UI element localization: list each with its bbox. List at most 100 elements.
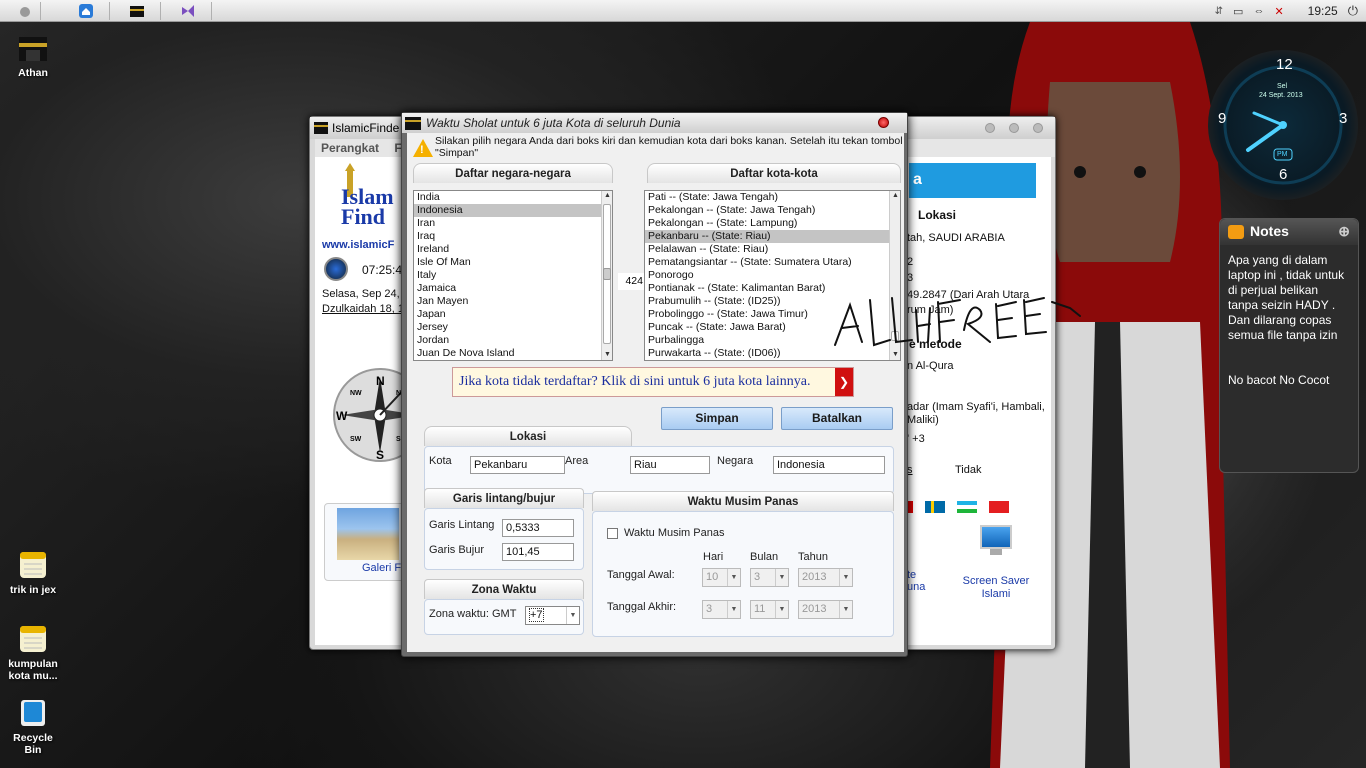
home-icon[interactable] [75, 2, 97, 20]
timezone-select[interactable]: +7 ▼ [525, 606, 580, 625]
clock-number-6: 6 [1279, 166, 1288, 183]
country-list-item[interactable]: Jordan [414, 334, 612, 347]
visual-studio-icon[interactable] [177, 2, 199, 20]
country-list-item[interactable]: Juan De Nova Island [414, 347, 612, 360]
bluetooth-icon[interactable]: ⇵ [1215, 6, 1223, 17]
desktop-icon-label: kumpulan kota mu... [8, 658, 58, 682]
country-list-item[interactable]: Jersey [414, 321, 612, 334]
country-list-item[interactable]: Ireland [414, 243, 612, 256]
save-button[interactable]: Simpan [661, 407, 773, 430]
flag-sweden-icon[interactable] [925, 501, 945, 513]
desktop-icon-label: Athan [18, 67, 48, 79]
apple-menu-icon[interactable] [14, 2, 36, 20]
latitude-field[interactable]: 0,5333 [502, 519, 574, 537]
lokasi-group: Kota Pekanbaru Area Riau Negara Indonesi… [424, 446, 894, 494]
countries-listbox[interactable]: India Indonesia Iran Iraq Ireland Isle Of Man… [413, 190, 613, 361]
clock-ampm: PM [1277, 151, 1288, 158]
power-icon[interactable]: ⏻ [1348, 3, 1358, 19]
negara-field[interactable]: Indonesia [773, 456, 885, 474]
minimize-button[interactable] [985, 123, 995, 133]
notes-widget[interactable]: Notes ⊕ Apa yang di dalam laptop ini , t… [1219, 218, 1359, 473]
volume-muted-icon[interactable]: ✕ [1274, 5, 1283, 18]
country-list-item[interactable]: Jan Mayen [414, 295, 612, 308]
city-list-item[interactable]: Pati -- (State: Jawa Tengah) [645, 191, 900, 204]
city-list-item[interactable]: Pekalongan -- (State: Lampung) [645, 217, 900, 230]
desktop-icon-recycle-bin[interactable]: Recycle Bin [0, 698, 66, 756]
battery-icon[interactable]: ▭ [1233, 5, 1243, 18]
start-year-select[interactable]: 2013 ▼ [798, 568, 853, 587]
end-month-select[interactable]: 11 ▼ [750, 600, 789, 619]
dialog-close-button[interactable] [878, 117, 889, 128]
maximize-button[interactable] [1009, 123, 1019, 133]
start-date-label: Tanggal Awal: [607, 569, 675, 581]
add-note-icon[interactable]: ⊕ [1338, 223, 1350, 240]
country-list-item[interactable]: India [414, 191, 612, 204]
start-month-select[interactable]: 3 ▼ [750, 568, 789, 587]
menu-perangkat[interactable]: Perangkat [321, 141, 379, 155]
scroll-down-icon[interactable]: ▼ [602, 350, 612, 360]
compass-letter-nw: NW [350, 390, 362, 397]
city-list-item[interactable]: Pelalawan -- (State: Riau) [645, 243, 900, 256]
kota-label: Kota [429, 455, 452, 467]
longitude-field[interactable]: 101,45 [502, 543, 574, 561]
prayer-time-city-dialog[interactable]: Waktu Sholat untuk 6 juta Kota di seluru… [401, 112, 908, 657]
monitor-icon[interactable] [980, 525, 1012, 559]
end-day-select[interactable]: 3 ▼ [702, 600, 741, 619]
gallery-thumbnail[interactable]: Galeri Fo [324, 503, 407, 581]
analog-clock-widget[interactable]: 12 3 6 9 Sel 24 Sept. 2013 PM [1208, 50, 1358, 200]
country-list-item[interactable]: Isle Of Man [414, 256, 612, 269]
flag-uzbekistan-icon[interactable] [957, 501, 977, 513]
network-icon[interactable]: ⇔ [1253, 5, 1264, 17]
system-tray: ⇵ ▭ ⇔ ✕ 19:25 ⏻ [1215, 0, 1366, 22]
chevron-down-icon: ▼ [839, 569, 852, 586]
summer-checkbox-label: Waktu Musim Panas [624, 527, 725, 539]
negara-label: Negara [717, 455, 754, 467]
col-day-label: Hari [703, 551, 724, 563]
country-list-item[interactable]: Iran [414, 217, 612, 230]
kaaba-icon [314, 122, 328, 134]
latitude-label: Garis Lintang [429, 519, 495, 531]
notes-body[interactable]: Apa yang di dalam laptop ini , tidak unt… [1220, 245, 1358, 396]
desktop-icon-athan[interactable]: Athan [0, 33, 66, 79]
dialog-titlebar[interactable]: Waktu Sholat untuk 6 juta Kota di seluru… [402, 113, 907, 133]
desktop-icon-trik-in-jex[interactable]: trik in jex [0, 550, 66, 596]
area-field[interactable]: Riau [630, 456, 710, 474]
desktop-icon-kumpulan-kota[interactable]: kumpulan kota mu... [0, 624, 66, 682]
country-list-item[interactable]: Iraq [414, 230, 612, 243]
desktop-icon-label: Recycle Bin [13, 732, 53, 756]
city-list-item[interactable]: Ponorogo [645, 269, 900, 282]
screen-saver-islami-link[interactable]: Screen Saver Islami [955, 575, 1037, 601]
bottom-item-1b[interactable]: una [907, 581, 925, 593]
language-flags [907, 501, 1009, 513]
lokasi-line-1: tah, SAUDI ARABIA [907, 232, 1005, 244]
city-list-item[interactable]: Pekanbaru -- (State: Riau) [645, 230, 900, 243]
warning-icon: ! [413, 139, 433, 157]
country-list-item[interactable]: Italy [414, 269, 612, 282]
scroll-up-icon[interactable]: ▲ [890, 191, 900, 201]
chevron-down-icon[interactable]: ▼ [566, 607, 579, 624]
summer-time-checkbox[interactable] [607, 528, 618, 539]
clock-number-3: 3 [1339, 110, 1348, 127]
taskbar-clock[interactable]: 19:25 [1308, 4, 1338, 18]
athan-app-icon[interactable] [126, 2, 148, 20]
notes-header: Notes ⊕ [1220, 219, 1358, 245]
country-list-item[interactable]: Japan [414, 308, 612, 321]
lokasi-panel-title: Lokasi [918, 208, 957, 222]
country-list-item[interactable]: Jamaica [414, 282, 612, 295]
start-day-select[interactable]: 10 ▼ [702, 568, 741, 587]
close-button[interactable] [1033, 123, 1043, 133]
kota-field[interactable]: Pekanbaru [470, 456, 565, 474]
city-list-item[interactable]: Pekalongan -- (State: Jawa Tengah) [645, 204, 900, 217]
islamicfinder-url[interactable]: www.islamicF [322, 239, 394, 251]
timezone-label: Zona waktu: GMT [429, 608, 517, 620]
notes-file-icon [18, 550, 48, 580]
scroll-up-icon[interactable]: ▲ [602, 191, 612, 201]
bottom-item-1[interactable]: te [907, 569, 916, 581]
city-list-item[interactable]: Pematangsiantar -- (State: Sumatera Utar… [645, 256, 900, 269]
more-cities-banner[interactable]: Jika kota tidak terdaftar? Klik di sini … [452, 367, 854, 397]
flag-albania-icon[interactable] [989, 501, 1009, 513]
cancel-button[interactable]: Batalkan [781, 407, 893, 430]
splitter-handle[interactable] [603, 268, 611, 280]
end-year-select[interactable]: 2013 ▼ [798, 600, 853, 619]
country-list-item[interactable]: Indonesia [414, 204, 612, 217]
